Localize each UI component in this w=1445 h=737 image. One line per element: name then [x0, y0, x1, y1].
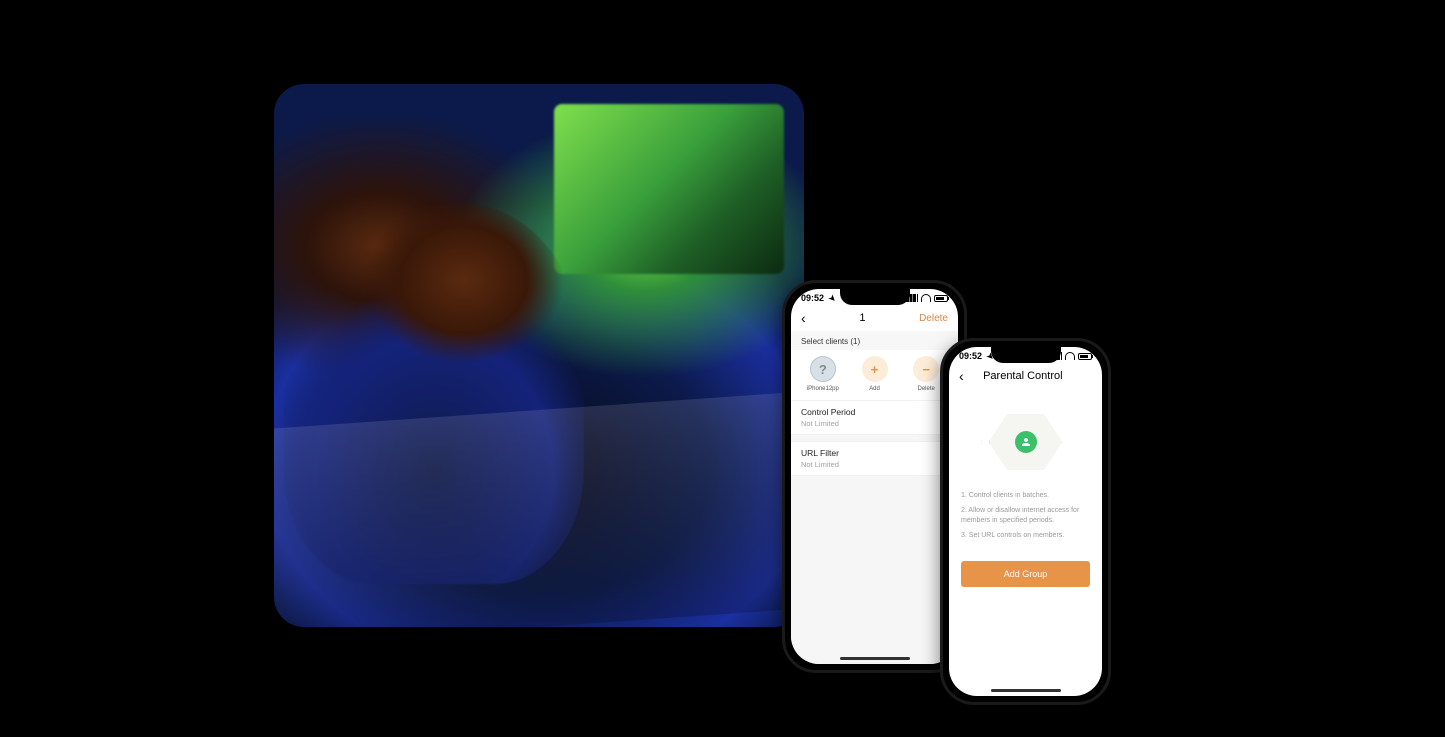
- row-url-filter[interactable]: URL Filter Not Limited: [791, 441, 958, 476]
- row-value: Not Limited: [801, 419, 948, 428]
- back-button[interactable]: ‹: [959, 369, 964, 383]
- back-button[interactable]: ‹: [801, 311, 806, 325]
- status-time: 09:52: [959, 351, 982, 361]
- location-icon: ➤: [826, 293, 837, 304]
- client-device[interactable]: ? iPhone12pp: [803, 356, 843, 392]
- clients-row: ? iPhone12pp + Add − Delete: [791, 350, 958, 400]
- navbar-title: Parental Control: [983, 370, 1063, 382]
- client-delete-label: Delete: [918, 386, 935, 392]
- minus-icon: −: [913, 356, 939, 382]
- wifi-icon: [1065, 352, 1075, 360]
- plus-icon: +: [862, 356, 888, 382]
- user-group-icon: [1015, 431, 1037, 453]
- phone-parental-control: 09:52 ➤ ‹ Parental Control 1. Cont: [940, 338, 1111, 705]
- battery-icon: [934, 295, 948, 302]
- client-device-label: iPhone12pp: [807, 386, 839, 392]
- phone-notch: [991, 347, 1061, 363]
- delete-link[interactable]: Delete: [919, 313, 948, 324]
- status-time: 09:52: [801, 293, 824, 303]
- device-icon: ?: [810, 356, 836, 382]
- navbar-title: 1: [859, 312, 865, 324]
- home-indicator: [840, 657, 910, 660]
- tip-2: 2. Allow or disallow internet access for…: [961, 506, 1090, 525]
- section-label-select-clients: Select clients (1): [791, 331, 958, 350]
- hero-desk: [274, 391, 804, 627]
- row-title: Control Period: [801, 407, 948, 417]
- row-control-period[interactable]: Control Period Not Limited: [791, 400, 958, 435]
- home-indicator: [991, 689, 1061, 692]
- navbar: ‹ 1 Delete: [791, 305, 958, 331]
- wifi-icon: [921, 294, 931, 302]
- tip-1: 1. Control clients in batches.: [961, 491, 1090, 500]
- battery-icon: [1078, 353, 1092, 360]
- phone-notch: [840, 289, 910, 305]
- hero-lifestyle-image: [274, 84, 804, 627]
- tip-3: 3. Set URL controls on members.: [961, 531, 1090, 540]
- navbar: ‹ Parental Control: [949, 363, 1102, 389]
- row-title: URL Filter: [801, 448, 948, 458]
- location-icon: ➤: [984, 351, 995, 362]
- tips-block: 1. Control clients in batches. 2. Allow …: [949, 491, 1102, 547]
- hero-monitor: [554, 104, 784, 274]
- client-add-label: Add: [869, 386, 880, 392]
- parental-control-graphic: [981, 403, 1071, 481]
- client-add-button[interactable]: + Add: [855, 356, 895, 392]
- add-group-button[interactable]: Add Group: [961, 561, 1090, 587]
- row-value: Not Limited: [801, 460, 948, 469]
